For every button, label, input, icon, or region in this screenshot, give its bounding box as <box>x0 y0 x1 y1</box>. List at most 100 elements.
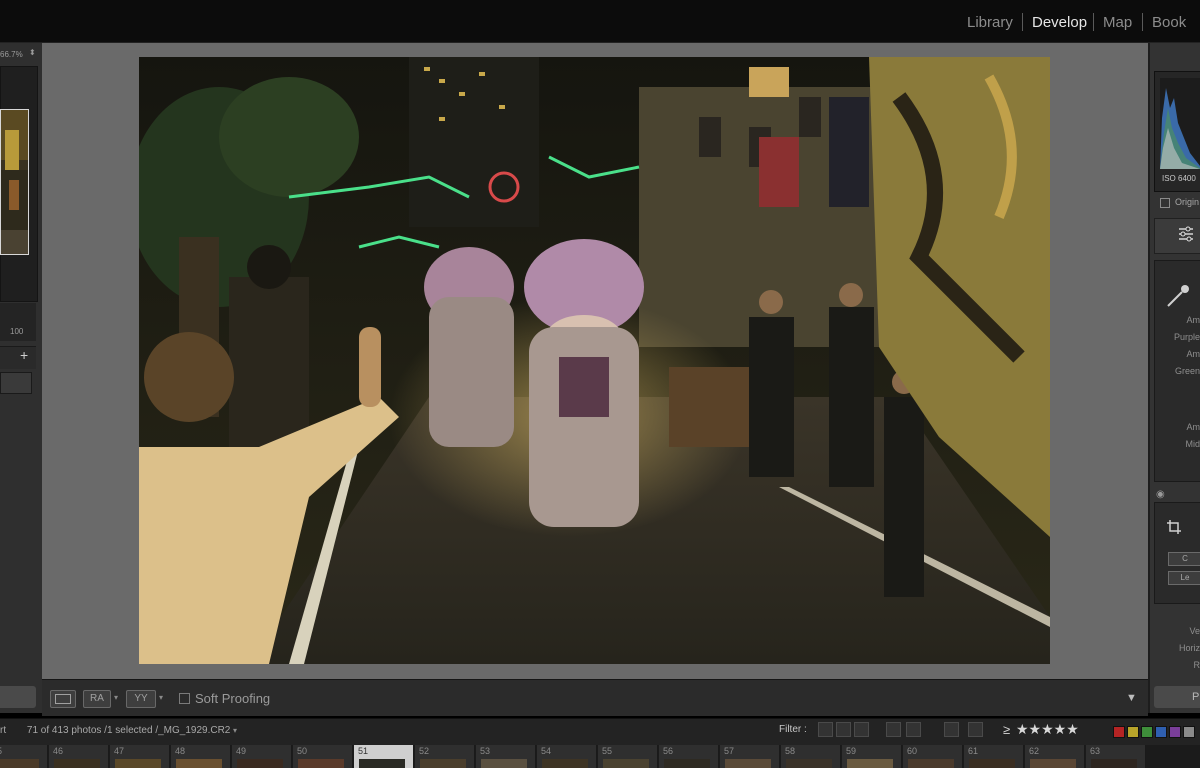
frame-number: 51 <box>358 746 369 756</box>
filmstrip-thumbnail[interactable]: 53 <box>476 745 536 768</box>
filmstrip-thumbnail[interactable]: 49 <box>232 745 292 768</box>
filmstrip-status[interactable]: rt 71 of 413 photos /1 selected /_MG_192… <box>0 725 230 736</box>
filmstrip-thumbnail[interactable]: 59 <box>842 745 902 768</box>
flag-filter-icon[interactable] <box>818 722 833 737</box>
other-label-filter[interactable] <box>1183 726 1195 738</box>
chevron-down-icon[interactable]: ▾ <box>159 693 163 702</box>
adjusted-filter-icon[interactable] <box>944 722 959 737</box>
histogram-chart <box>1160 78 1200 169</box>
crop-icon[interactable] <box>1167 520 1181 539</box>
filmstrip-thumbnail[interactable]: 62 <box>1025 745 1085 768</box>
module-separator <box>1142 13 1143 31</box>
previous-button[interactable]: P <box>1154 686 1200 708</box>
frame-number: 48 <box>175 746 186 756</box>
level-button[interactable]: Le <box>1168 571 1200 585</box>
module-library[interactable]: Library <box>967 14 1013 31</box>
thumbnail-image <box>908 759 954 768</box>
purple-label-filter[interactable] <box>1169 726 1181 738</box>
histogram-graph[interactable] <box>1160 78 1200 169</box>
frame-number: 57 <box>724 746 735 756</box>
thumbnail-image <box>298 759 344 768</box>
filmstrip-thumbnail[interactable]: 50 <box>293 745 353 768</box>
lion-dance-photo <box>139 57 1050 664</box>
slider-label: Am <box>1186 349 1200 359</box>
original-photo-label: Origin <box>1175 197 1200 207</box>
filter-label: Filter : <box>779 724 807 735</box>
copy-button[interactable] <box>0 686 36 708</box>
eyedropper-icon[interactable] <box>1164 282 1192 315</box>
frame-number: 56 <box>663 746 674 756</box>
before-after-swap-button[interactable]: YY <box>126 690 156 708</box>
filmstrip-thumbnail[interactable]: 58 <box>781 745 841 768</box>
frame-number: 55 <box>602 746 613 756</box>
soft-proofing-checkbox[interactable] <box>179 693 190 704</box>
navigator-preview[interactable] <box>0 109 29 255</box>
rating-operator[interactable]: ≥ <box>1003 722 1010 737</box>
preset-amount-value: 100 <box>10 327 24 336</box>
chevron-down-icon[interactable]: ▾ <box>114 693 118 702</box>
loupe-view-button[interactable] <box>50 690 76 708</box>
filmstrip-thumbnail[interactable]: 48 <box>171 745 231 768</box>
module-picker-bar <box>0 0 1200 43</box>
snapshots-header[interactable] <box>0 346 36 369</box>
red-label-filter[interactable] <box>1113 726 1125 738</box>
module-separator <box>1022 13 1023 31</box>
filmstrip-thumbnail[interactable]: 51 <box>354 745 414 768</box>
before-after-left-right-button[interactable]: RA <box>83 690 111 708</box>
thumbnail-image <box>786 759 832 768</box>
filmstrip-thumbnail[interactable]: 60 <box>903 745 963 768</box>
frame-number: 60 <box>907 746 918 756</box>
slider-label: Mid <box>1185 439 1200 449</box>
yellow-label-filter[interactable] <box>1127 726 1139 738</box>
transform-button[interactable]: C <box>1168 552 1200 566</box>
module-book[interactable]: Book <box>1152 14 1186 31</box>
slider-label: Green <box>1174 366 1200 376</box>
zoom-stepper-icon[interactable]: ⬍ <box>29 48 36 57</box>
module-map[interactable]: Map <box>1103 14 1132 31</box>
slider-label: R <box>1193 660 1200 670</box>
filmstrip-source-label: rt <box>0 725 7 736</box>
filmstrip-thumbnail[interactable]: 63 <box>1086 745 1146 768</box>
panel-visibility-icon[interactable]: ◉ <box>1156 489 1165 500</box>
module-develop[interactable]: Develop <box>1032 14 1087 31</box>
thumbnail-image <box>847 759 893 768</box>
filmstrip-thumbnail[interactable]: 52 <box>415 745 475 768</box>
history-field[interactable] <box>0 372 32 394</box>
thumbnail-image <box>725 759 771 768</box>
flag-filter-icon[interactable] <box>836 722 851 737</box>
toolbar-menu-icon[interactable]: ▼ <box>1126 692 1137 704</box>
thumbnail-image <box>664 759 710 768</box>
thumbnail-image <box>1030 759 1076 768</box>
slider-label: Am <box>1186 422 1200 432</box>
adjusted-filter-icon[interactable] <box>968 722 983 737</box>
frame-number: 59 <box>846 746 857 756</box>
filmstrip-thumbnail[interactable]: 57 <box>720 745 780 768</box>
filmstrip-thumbnail[interactable]: 55 <box>598 745 658 768</box>
thumbnail-image <box>0 759 39 768</box>
exif-iso: ISO 6400 <box>1162 174 1196 183</box>
filmstrip-thumbnail[interactable]: 46 <box>49 745 109 768</box>
frame-number: 45 <box>0 746 2 756</box>
thumbnail-image <box>237 759 283 768</box>
blue-label-filter[interactable] <box>1155 726 1167 738</box>
thumbnail-image <box>359 759 405 768</box>
navigator-zoom-level[interactable]: 66.7% <box>0 50 23 59</box>
flag-filter-icon[interactable] <box>854 722 869 737</box>
edit-filter-icon[interactable] <box>906 722 921 737</box>
filmstrip-thumbnail[interactable]: 47 <box>110 745 170 768</box>
frame-number: 47 <box>114 746 125 756</box>
thumbnail-image <box>1091 759 1137 768</box>
develop-photo[interactable] <box>139 57 1050 664</box>
add-plus-icon[interactable]: + <box>20 347 28 363</box>
chevron-down-icon[interactable]: ▾ <box>233 726 237 735</box>
thumbnail-image <box>542 759 588 768</box>
original-photo-checkbox[interactable] <box>1160 198 1170 208</box>
filmstrip-thumbnail[interactable]: 54 <box>537 745 597 768</box>
rating-stars-icon[interactable]: ★★★★★ <box>1016 721 1079 738</box>
edit-sliders-icon[interactable] <box>1178 226 1194 247</box>
filmstrip-thumbnail[interactable]: 61 <box>964 745 1024 768</box>
filmstrip-thumbnail[interactable]: 56 <box>659 745 719 768</box>
edit-filter-icon[interactable] <box>886 722 901 737</box>
filmstrip-thumbnail[interactable]: 45 <box>0 745 48 768</box>
green-label-filter[interactable] <box>1141 726 1153 738</box>
